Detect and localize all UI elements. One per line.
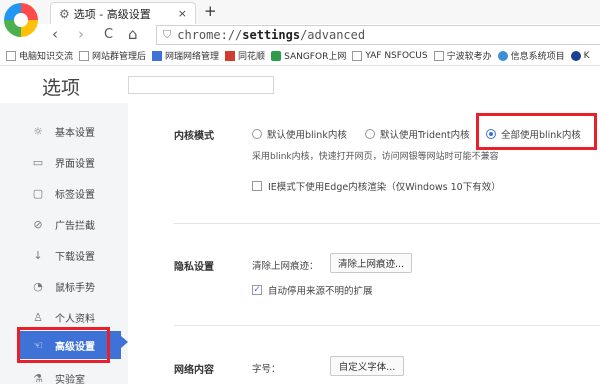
sidebar-item-label: 下载设置 [55,251,95,263]
sidebar-highlight-box [17,327,110,363]
bookmarks-bar: 电脑知识交流 网站群管理后 网瑞网络管理 同花顺 SANGFOR上网 YAF N… [0,46,600,66]
page-icon [6,50,16,61]
sidebar-item-label: 实验室 [55,374,85,384]
sun-icon: ☼ [33,124,43,138]
mouse-icon: ◔ [33,279,43,293]
bookmark-item[interactable]: YAF NSFOCUS [352,50,428,61]
privacy-section-title: 隐私设置 [174,262,214,273]
network-section-title: 网络内容 [174,365,214,376]
sidebar-item-label: 标签设置 [55,189,95,201]
sidebar-item-label: 鼠标手势 [55,282,95,294]
user-icon: ♙ [33,310,43,324]
blue-square-icon [152,50,163,61]
window-icon: ▭ [32,155,44,169]
home-icon[interactable]: ⌂ [128,25,138,43]
page-icon [79,50,90,61]
red-square-icon [225,50,236,61]
active-indicator-arrow [121,336,128,348]
tab-title: 选项 - 高级设置 [73,7,151,21]
custom-font-button[interactable]: 自定义字体... [330,356,404,376]
new-tab-button[interactable]: + [204,2,217,20]
tab-strip: ⚙ 选项 - 高级设置 × + [0,0,600,37]
radio-icon [252,129,262,139]
clear-traces-button[interactable]: 清除上网痕迹... [330,253,412,273]
sidebar-item-label: 基本设置 [55,127,95,139]
bookmark-item[interactable]: SANGFOR上网 [271,49,346,62]
reload-icon[interactable]: C [104,27,113,42]
browser-logo-icon[interactable] [4,3,38,37]
settings-content: 内核模式 默认使用blink内核 默认使用Trident内核 全部使用blink… [128,103,600,384]
bookmark-item[interactable]: K [570,50,590,61]
sangfor-icon [271,50,282,61]
kernel-section-title: 内核模式 [174,131,214,142]
sidebar-item-download[interactable]: ↓ 下载设置 [17,241,128,269]
ie-edge-checkbox[interactable]: IE模式下使用Edge内核渲染（仅Windows 10下有效） [252,179,501,193]
shield-icon: ⛉ [163,28,172,41]
sidebar-item-tabs[interactable]: ▢ 标签设置 [17,179,128,207]
tab-close-icon[interactable]: × [178,7,187,20]
sidebar-item-label: 个人资料 [55,313,95,325]
radio-icon [365,129,375,139]
back-icon[interactable]: ‹ [52,25,58,43]
sidebar-item-label: 界面设置 [55,158,95,170]
page-title: 选项 [42,77,81,99]
kernel-hint: 采用blink内核，快速打开网页，访问网银等网站时可能不兼容 [252,152,499,162]
sidebar-item-basic[interactable]: ☼ 基本设置 [17,117,128,145]
download-icon: ↓ [33,248,43,262]
tab-icon: ▢ [32,186,44,200]
block-icon: ⊘ [33,217,43,231]
bookmark-item[interactable]: 信息系统项目 [497,49,565,62]
bookmark-item[interactable]: 网站群管理后 [79,49,146,62]
auto-disable-extensions-checkbox[interactable]: ✓ 自动停用来源不明的扩展 [252,283,373,297]
url-prefix: chrome:// [177,28,243,42]
e-icon [497,50,508,61]
section-divider [174,223,600,224]
flask-icon: ⚗ [33,371,43,384]
kernel-option-trident-default[interactable]: 默认使用Trident内核 [365,127,470,141]
settings-header: 选项 [0,67,600,103]
bookmark-item[interactable]: 网瑞网络管理 [152,49,219,62]
url-path: /advanced [300,28,366,42]
checkbox-icon [252,181,262,191]
clear-traces-label: 清除上网痕迹： [252,261,319,272]
page-icon [352,50,363,61]
section-divider [174,325,600,326]
checkbox-checked-icon: ✓ [252,285,262,295]
gear-icon: ⚙ [59,6,70,21]
kernel-highlight-box [476,113,597,150]
bookmark-item[interactable]: 电脑知识交流 [6,49,73,62]
font-size-label: 字号： [252,364,281,375]
tab-settings[interactable]: ⚙ 选项 - 高级设置 × [50,2,196,24]
sidebar-item-gestures[interactable]: ◔ 鼠标手势 [17,272,128,300]
page-icon [433,50,444,61]
sidebar-item-label: 广告拦截 [55,220,95,232]
forward-icon[interactable]: › [78,25,84,43]
kernel-option-blink-default[interactable]: 默认使用blink内核 [252,127,347,141]
sidebar-item-lab[interactable]: ⚗ 实验室 [17,364,128,384]
settings-search-input[interactable] [128,76,274,94]
globe-icon [570,50,581,61]
address-bar[interactable]: ⛉ chrome://settings/advanced [156,25,600,45]
sidebar-item-interface[interactable]: ▭ 界面设置 [17,148,128,176]
bookmark-item[interactable]: 宁波软考办 [433,49,492,62]
sidebar-item-adblock[interactable]: ⊘ 广告拦截 [17,210,128,238]
bookmark-item[interactable]: 同花顺 [225,49,265,62]
url-host: settings [242,28,301,42]
navigation-bar: ‹ › C ⌂ ⛉ chrome://settings/advanced [0,24,600,46]
